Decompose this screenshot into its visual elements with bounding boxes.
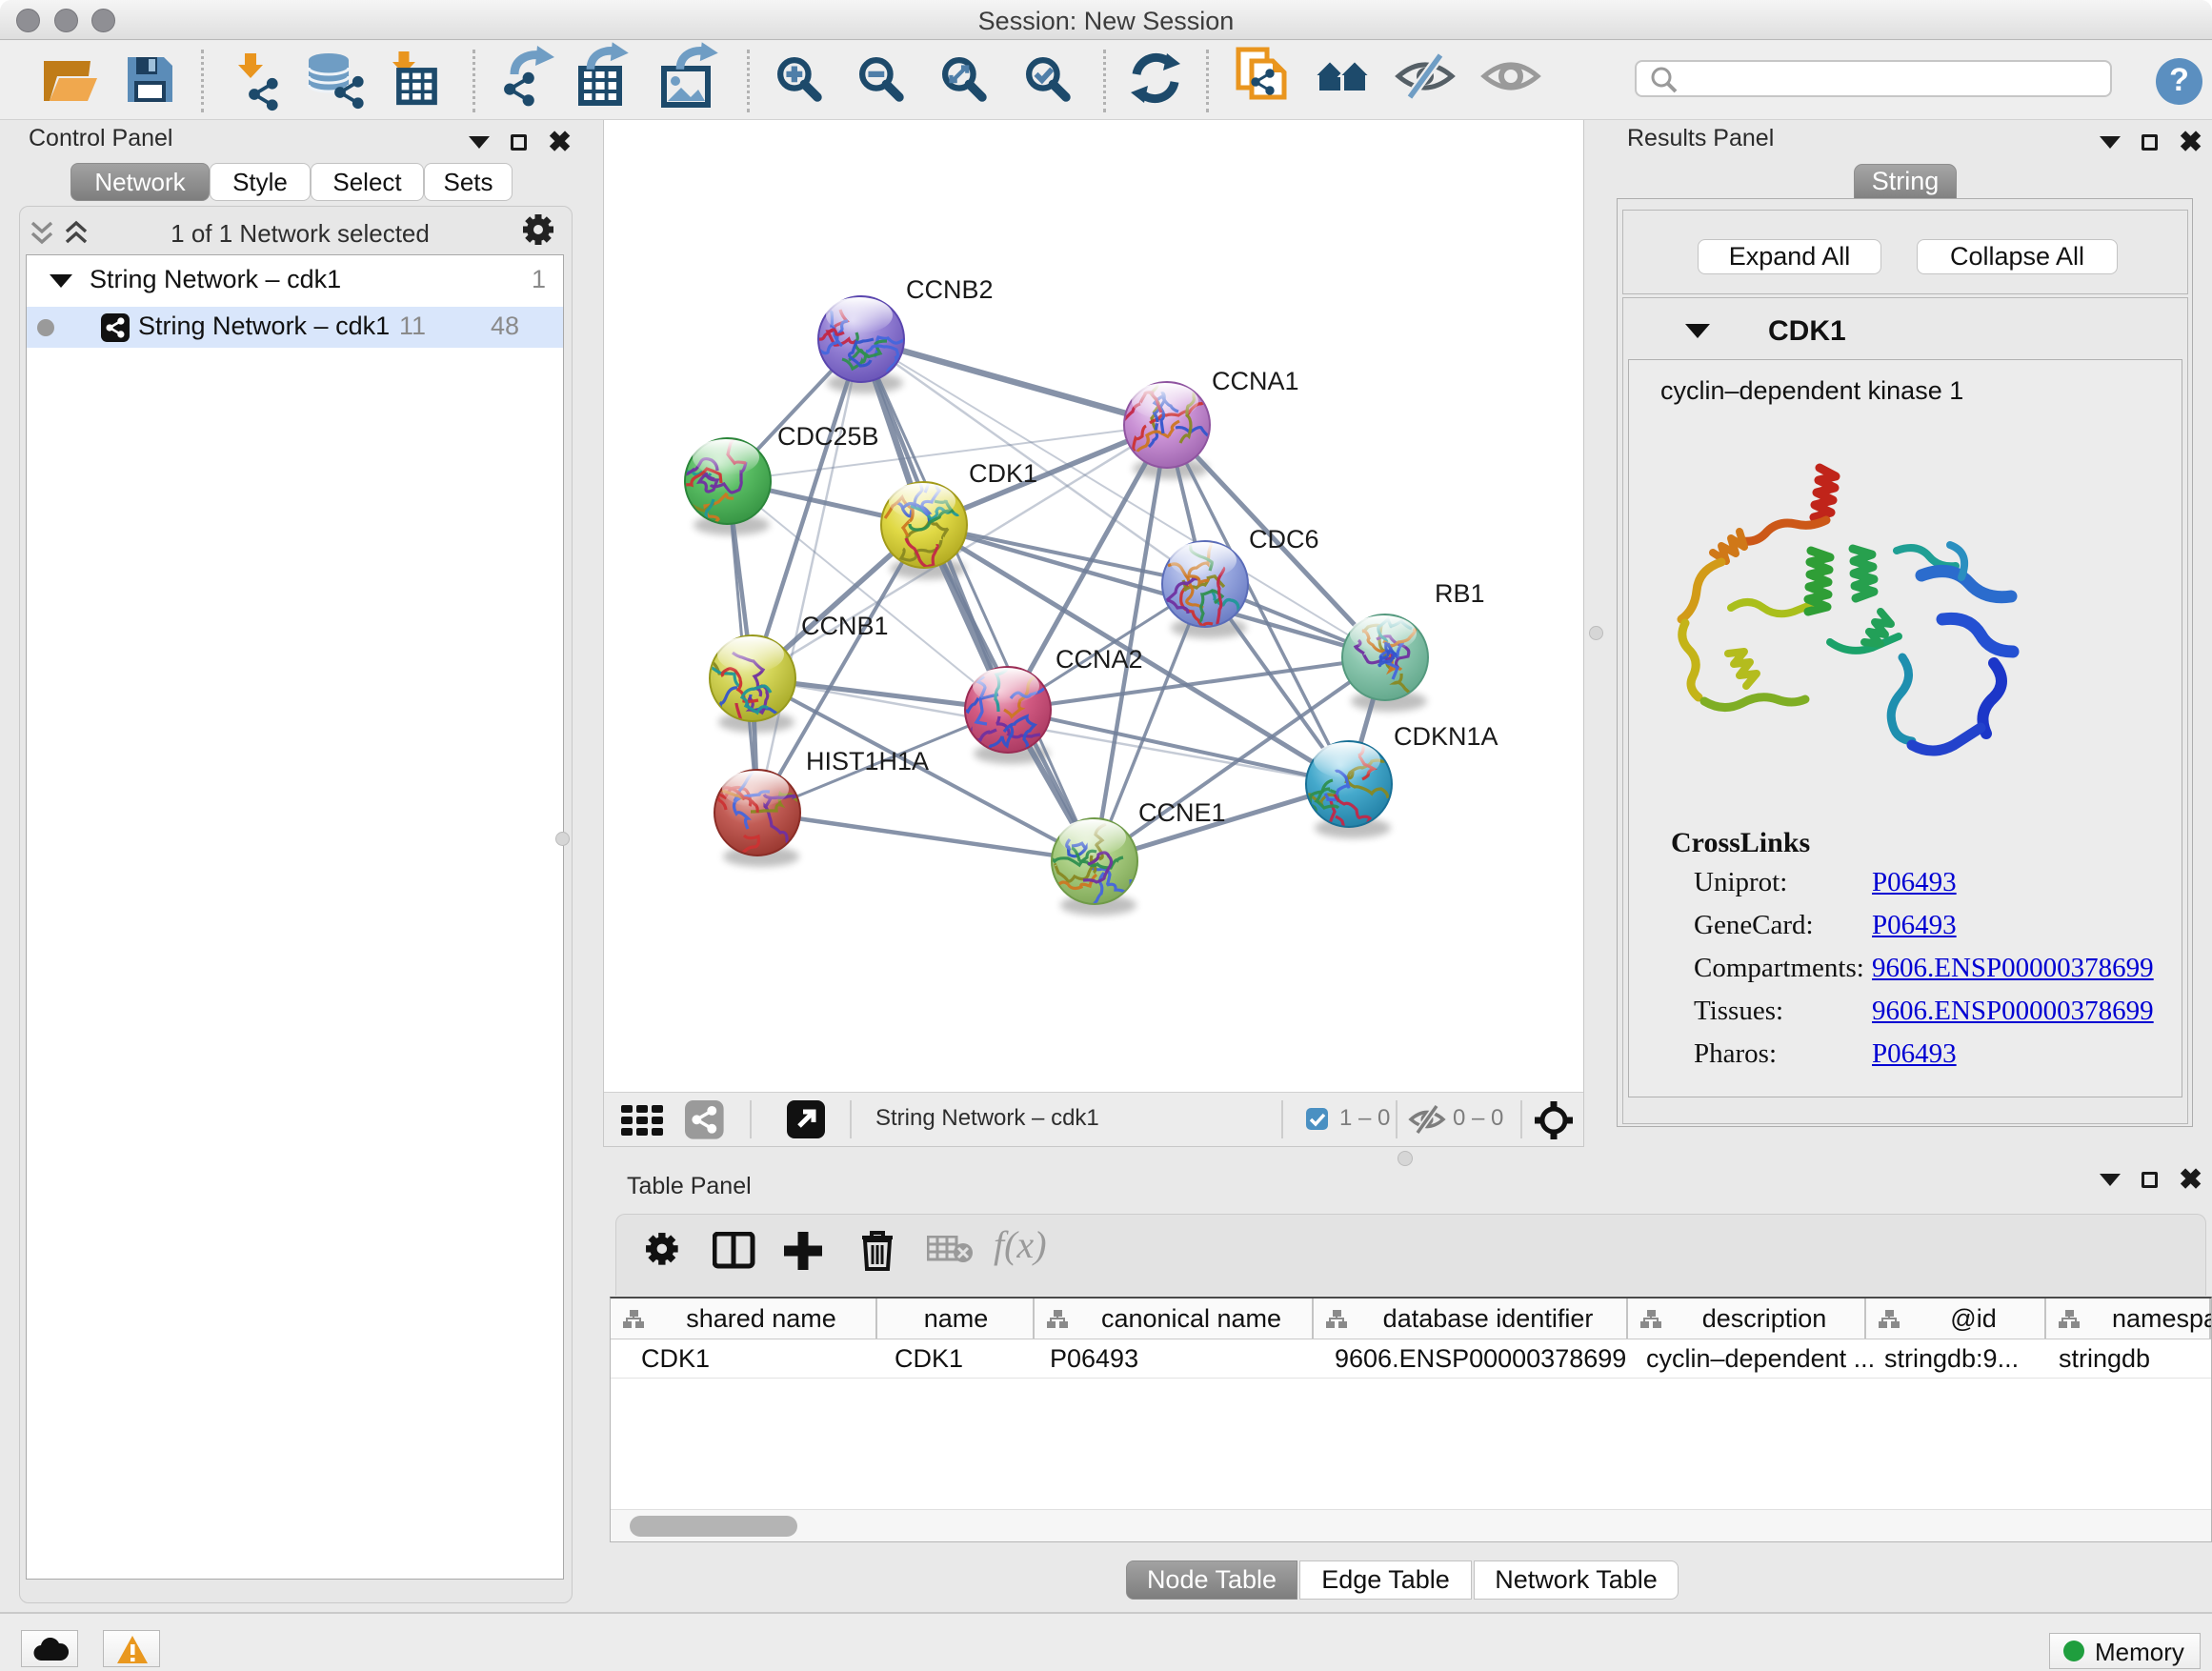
- svg-text:CDC25B: CDC25B: [777, 422, 879, 451]
- svg-text:CDK1: CDK1: [969, 459, 1037, 488]
- svg-text:CCNE1: CCNE1: [1138, 798, 1226, 827]
- svg-text:CCNB1: CCNB1: [801, 612, 889, 640]
- svg-text:CCNA2: CCNA2: [1056, 645, 1143, 674]
- svg-text:CDC6: CDC6: [1249, 525, 1319, 554]
- svg-text:HIST1H1A: HIST1H1A: [806, 747, 929, 775]
- svg-text:RB1: RB1: [1435, 579, 1485, 608]
- svg-text:CCNB2: CCNB2: [906, 275, 994, 304]
- svg-text:CDKN1A: CDKN1A: [1394, 722, 1498, 751]
- svg-text:CCNA1: CCNA1: [1212, 367, 1299, 395]
